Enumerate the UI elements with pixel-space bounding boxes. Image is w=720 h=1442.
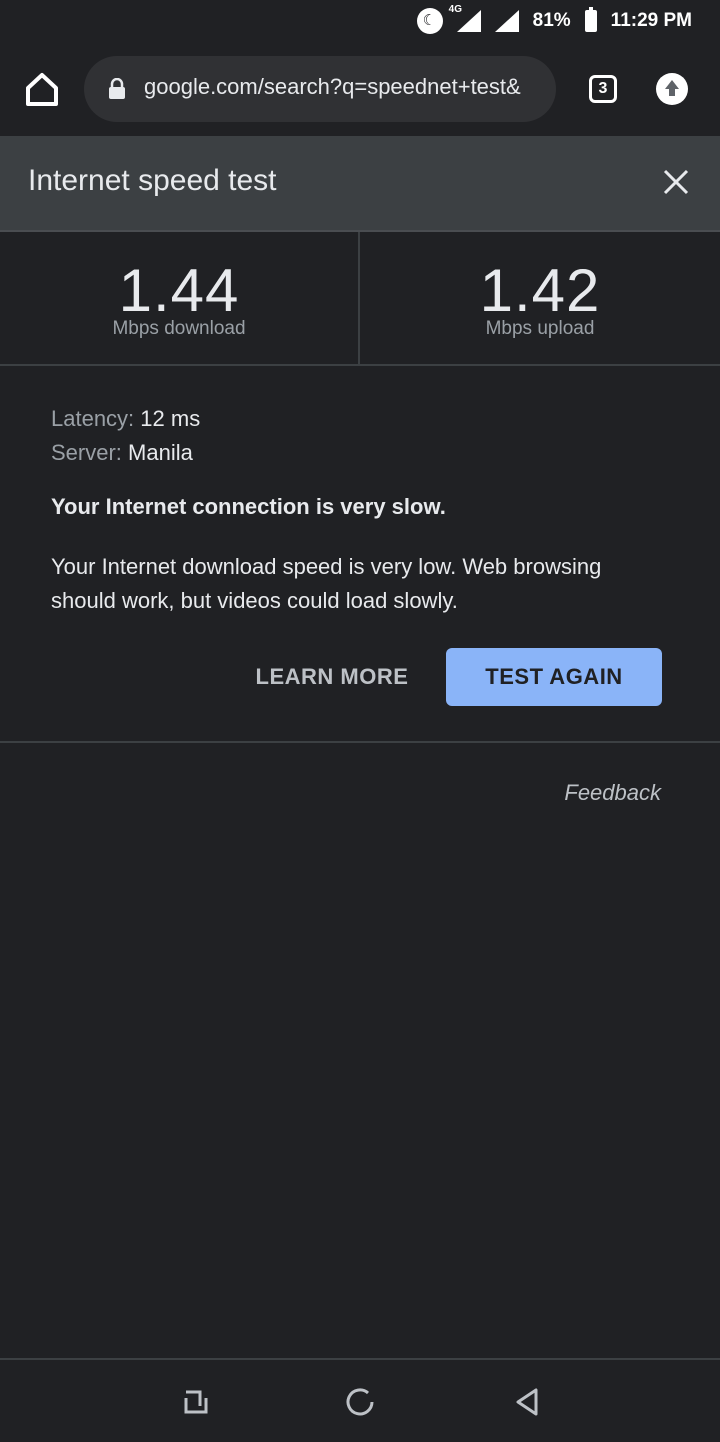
status-icons: 4G 81% 11:29 PM xyxy=(416,4,692,36)
battery-percent: 81% xyxy=(532,10,571,31)
upload-result: 1.42 Mbps upload xyxy=(360,232,720,364)
test-details: Latency: 12 ms Server: Manila xyxy=(51,402,671,470)
page-title: Internet speed test xyxy=(28,164,277,197)
navigation-bar xyxy=(0,1358,720,1442)
learn-more-button[interactable]: LEARN MORE xyxy=(246,648,418,706)
home-icon[interactable] xyxy=(22,70,62,110)
result-description: Your Internet download speed is very low… xyxy=(51,554,602,613)
latency-row: Latency: 12 ms xyxy=(51,402,671,436)
latency-value: 12 ms xyxy=(140,406,201,431)
speed-test-header: Internet speed test xyxy=(0,136,720,232)
server-value: Manila xyxy=(128,440,193,465)
test-again-button[interactable]: TEST AGAIN xyxy=(446,648,662,706)
lock-icon xyxy=(108,77,126,100)
status-bar: 4G 81% 11:29 PM xyxy=(0,0,720,40)
back-icon[interactable] xyxy=(508,1384,544,1420)
latency-label: Latency: xyxy=(51,406,135,431)
server-row: Server: Manila xyxy=(51,436,671,470)
download-label: Mbps download xyxy=(112,318,246,339)
tab-switcher-icon[interactable]: 3 xyxy=(589,75,617,103)
speed-results: 1.44 Mbps download 1.42 Mbps upload xyxy=(0,232,720,366)
feedback-link[interactable]: Feedback xyxy=(564,780,661,806)
battery-icon xyxy=(584,7,597,32)
upload-icon[interactable] xyxy=(656,73,688,105)
address-bar[interactable]: google.com/search?q=speednet+test& xyxy=(84,56,556,122)
server-label: Server: xyxy=(51,440,122,465)
result-headline: Your Internet connection is very slow. xyxy=(51,494,446,519)
download-value: 1.44 xyxy=(118,257,240,324)
do-not-disturb-icon xyxy=(416,8,443,34)
browser-toolbar: google.com/search?q=speednet+test& 3 xyxy=(0,40,720,136)
signal-icon: 4G xyxy=(449,4,481,32)
network-type: 4G xyxy=(448,4,462,15)
clock: 11:29 PM xyxy=(610,10,692,31)
upload-label: Mbps upload xyxy=(485,318,595,339)
divider xyxy=(0,741,720,743)
home-circle-icon[interactable] xyxy=(342,1384,378,1420)
close-icon[interactable] xyxy=(660,166,692,198)
download-result: 1.44 Mbps download xyxy=(0,232,360,364)
upload-value: 1.42 xyxy=(479,257,601,324)
signal-icon xyxy=(494,10,519,32)
url-text: google.com/search?q=speednet+test& xyxy=(144,74,521,99)
recents-icon[interactable] xyxy=(178,1384,214,1420)
